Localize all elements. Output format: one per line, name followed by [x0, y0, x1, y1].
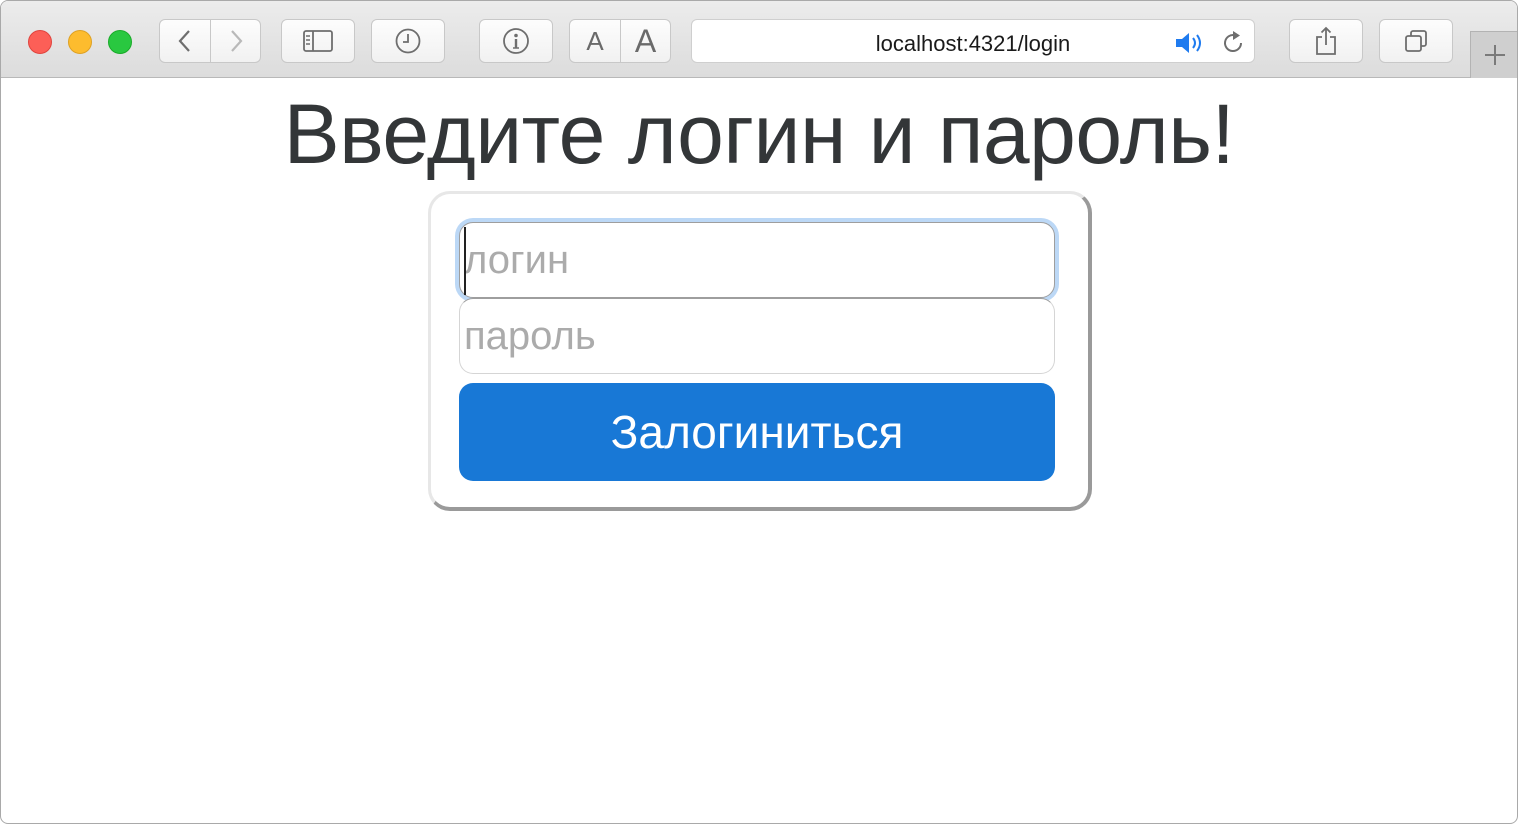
reload-icon[interactable] — [1220, 30, 1246, 56]
forward-button[interactable] — [211, 19, 261, 63]
page-content: Введите логин и пароль! Залогиниться — [1, 78, 1517, 823]
login-input[interactable] — [459, 222, 1055, 298]
info-icon — [503, 28, 529, 54]
share-button[interactable] — [1289, 19, 1363, 63]
text-caret — [464, 227, 466, 295]
plus-icon — [1484, 45, 1505, 65]
info-button[interactable] — [479, 19, 553, 63]
back-button[interactable] — [159, 19, 211, 63]
share-icon — [1316, 26, 1336, 55]
tabs-overview-button[interactable] — [1379, 19, 1453, 63]
sidebar-icon — [303, 30, 333, 52]
new-tab-button[interactable] — [1470, 31, 1517, 78]
smaller-text-button[interactable]: A — [569, 19, 621, 63]
zoom-window-button[interactable] — [108, 30, 132, 54]
sidebar-button[interactable] — [281, 19, 355, 63]
browser-toolbar: A A localhost:4321/login — [1, 1, 1517, 78]
larger-text-button[interactable]: A — [621, 19, 671, 63]
minimize-window-button[interactable] — [68, 30, 92, 54]
page-title: Введите логин и пароль! — [283, 87, 1235, 181]
forward-chevron-icon — [230, 30, 242, 52]
address-bar[interactable]: localhost:4321/login — [691, 19, 1255, 63]
history-button[interactable] — [371, 19, 445, 63]
history-clock-icon — [395, 28, 421, 54]
password-input[interactable] — [459, 298, 1055, 374]
speaker-icon[interactable] — [1174, 31, 1208, 55]
browser-window: A A localhost:4321/login Введите логин и… — [0, 0, 1518, 824]
address-url: localhost:4321/login — [875, 31, 1071, 56]
login-submit-button[interactable]: Залогиниться — [459, 383, 1055, 481]
tabs-overview-icon — [1405, 30, 1427, 52]
back-chevron-icon — [178, 30, 190, 52]
close-window-button[interactable] — [28, 30, 52, 54]
